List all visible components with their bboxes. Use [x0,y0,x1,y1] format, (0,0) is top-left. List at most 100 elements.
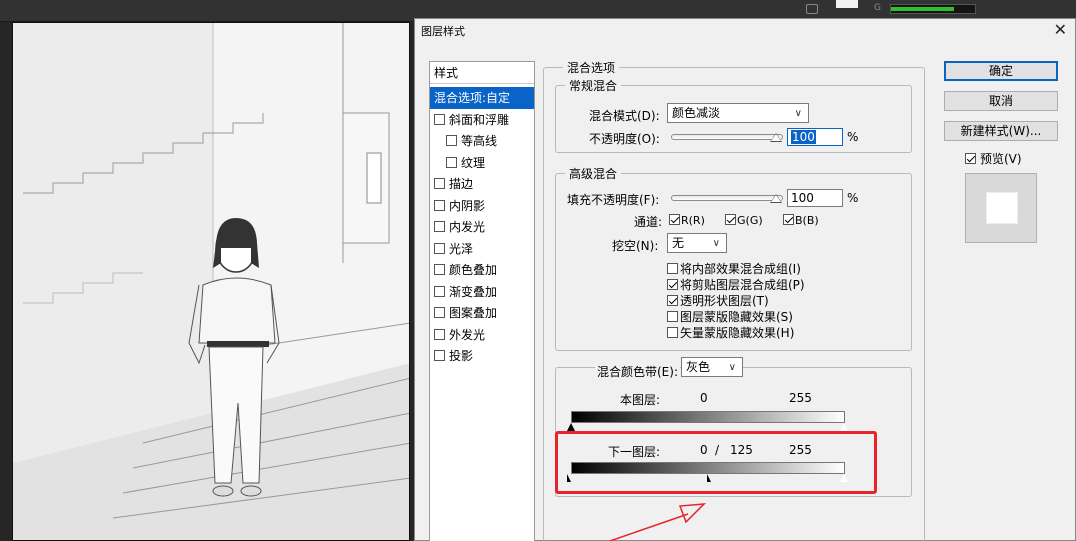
opacity-label: 不透明度(O): [589,132,660,146]
style-list-item[interactable]: 斜面和浮雕 [430,109,534,131]
style-checkbox[interactable] [434,350,445,361]
this-layer-low: 0 [700,391,708,405]
advanced-option-label: 矢量蒙版隐藏效果(H) [680,326,795,340]
style-list-item[interactable]: 外发光 [430,324,534,346]
style-list-item-label: 内发光 [449,220,486,234]
advanced-option-checkbox[interactable]: 图层蒙版隐藏效果(S) [667,308,793,325]
layer-panel-icon[interactable] [806,4,818,14]
ok-button[interactable]: 确定 [944,61,1058,81]
style-list-item[interactable]: 纹理 [430,152,534,174]
style-list-item[interactable]: 混合选项:自定 [430,87,534,109]
blend-if-select[interactable]: 灰色 ∨ [681,357,743,377]
chevron-down-icon: ∨ [712,238,720,249]
blend-mode-label: 混合模式(D): [589,109,660,123]
style-list-item[interactable]: 光泽 [430,238,534,260]
style-checkbox[interactable] [434,178,445,189]
style-checkbox[interactable] [434,242,445,254]
preview-label: 预览(V) [980,152,1022,166]
style-list-item-label: 混合选项:自定 [434,91,511,105]
style-list-item[interactable]: 内阴影 [430,195,534,217]
advanced-option-box[interactable] [667,295,678,306]
blend-options-legend: 混合选项 [563,59,620,76]
style-list-item-label: 纹理 [461,155,486,170]
style-list-header: 样式 [430,62,534,84]
style-list-item-label: 等高线 [461,134,498,148]
fill-opacity-slider[interactable] [671,195,783,201]
style-preview-inner [986,192,1018,224]
advanced-option-box[interactable] [667,327,678,338]
close-icon[interactable]: ✕ [1054,20,1067,39]
advanced-option-checkbox[interactable]: 将剪贴图层混合成组(P) [667,276,805,293]
channel-checkbox[interactable]: B(B) [783,213,819,227]
chevron-down-icon: ∨ [728,362,736,373]
advanced-option-box[interactable] [667,279,678,290]
opacity-slider[interactable] [671,134,783,140]
style-checkbox[interactable] [434,328,445,340]
advanced-option-box[interactable] [667,263,678,274]
style-list-item[interactable]: 图案叠加 [430,302,534,324]
style-list-item[interactable]: 投影 [430,345,534,367]
style-list-item[interactable]: 颜色叠加 [430,259,534,281]
preview-checkbox[interactable]: 预览(V) [965,150,1022,167]
fill-opacity-percent: % [847,191,859,205]
highlight-rectangle [555,431,877,494]
style-checkbox[interactable] [434,285,445,297]
this-layer-high: 255 [789,391,812,405]
style-checkbox[interactable] [446,156,457,168]
style-list-item[interactable]: 描边 [430,173,534,195]
layer-opacity-bar[interactable] [890,4,976,14]
channels-label: 通道: [634,215,663,229]
knockout-value: 无 [672,236,685,250]
style-list-item[interactable]: 等高线 [430,130,534,152]
layer-opacity-bar-fill [891,7,954,11]
advanced-option-label: 透明形状图层(T) [680,294,769,308]
style-checkbox[interactable] [434,307,445,318]
knockout-select[interactable]: 无 ∨ [667,233,727,253]
style-list-item[interactable]: 渐变叠加 [430,281,534,303]
advanced-option-label: 将内部效果混合成组(I) [680,262,801,276]
fill-opacity-label: 填充不透明度(F): [567,193,660,207]
advanced-option-label: 将剪贴图层混合成组(P) [680,278,805,292]
style-checkbox[interactable] [434,264,445,275]
channel-checkbox[interactable]: G(G) [725,213,763,227]
advanced-option-label: 图层蒙版隐藏效果(S) [680,310,793,324]
advanced-option-checkbox[interactable]: 将内部效果混合成组(I) [667,260,801,277]
channel-label: G(G) [737,214,763,227]
blend-mode-select[interactable]: 颜色减淡 ∨ [667,103,809,123]
style-checkbox[interactable] [446,135,457,146]
blend-if-value: 灰色 [686,360,711,374]
style-list-item-label: 渐变叠加 [449,284,498,299]
layer-thumbnail[interactable] [836,0,858,8]
opacity-percent: % [847,130,859,144]
this-layer-white-slider[interactable] [839,422,849,432]
style-checkbox[interactable] [434,221,445,232]
style-checkbox[interactable] [434,113,445,125]
advanced-option-checkbox[interactable]: 矢量蒙版隐藏效果(H) [667,324,794,341]
channel-checkbox-box[interactable] [669,214,680,225]
style-list-item-label: 斜面和浮雕 [449,112,510,127]
annotation-arrow-icon [609,503,706,541]
opacity-input[interactable]: 100 [787,128,843,146]
style-list-item-label: 内阴影 [449,198,486,213]
style-checkbox[interactable] [434,199,445,211]
this-layer-black-slider[interactable] [567,423,575,431]
preview-checkbox-box[interactable] [965,153,976,164]
channel-checkbox-box[interactable] [725,214,736,225]
this-layer-gradient [571,411,845,423]
new-style-button[interactable]: 新建样式(W)... [944,121,1058,141]
chevron-down-icon: ∨ [794,108,802,119]
advanced-option-checkbox[interactable]: 透明形状图层(T) [667,292,769,309]
fill-opacity-input[interactable]: 100 [787,189,843,207]
cancel-button[interactable]: 取消 [944,91,1058,111]
blend-if-label: 混合颜色带(E): [595,363,680,380]
style-list-item[interactable]: 内发光 [430,216,534,238]
channel-checkbox[interactable]: R(R) [669,213,705,227]
channel-checkbox-box[interactable] [783,214,794,225]
style-preview-swatch [965,173,1037,243]
fill-opacity-slider-thumb[interactable] [770,194,782,203]
style-list: 样式混合选项:自定斜面和浮雕等高线纹理描边内阴影内发光光泽 颜色叠加渐变叠加图案叠… [429,61,535,541]
this-layer-label: 本图层: [620,393,661,407]
general-blending-legend: 常规混合 [565,77,622,94]
opacity-slider-thumb[interactable] [770,133,782,142]
advanced-option-box[interactable] [667,311,678,322]
